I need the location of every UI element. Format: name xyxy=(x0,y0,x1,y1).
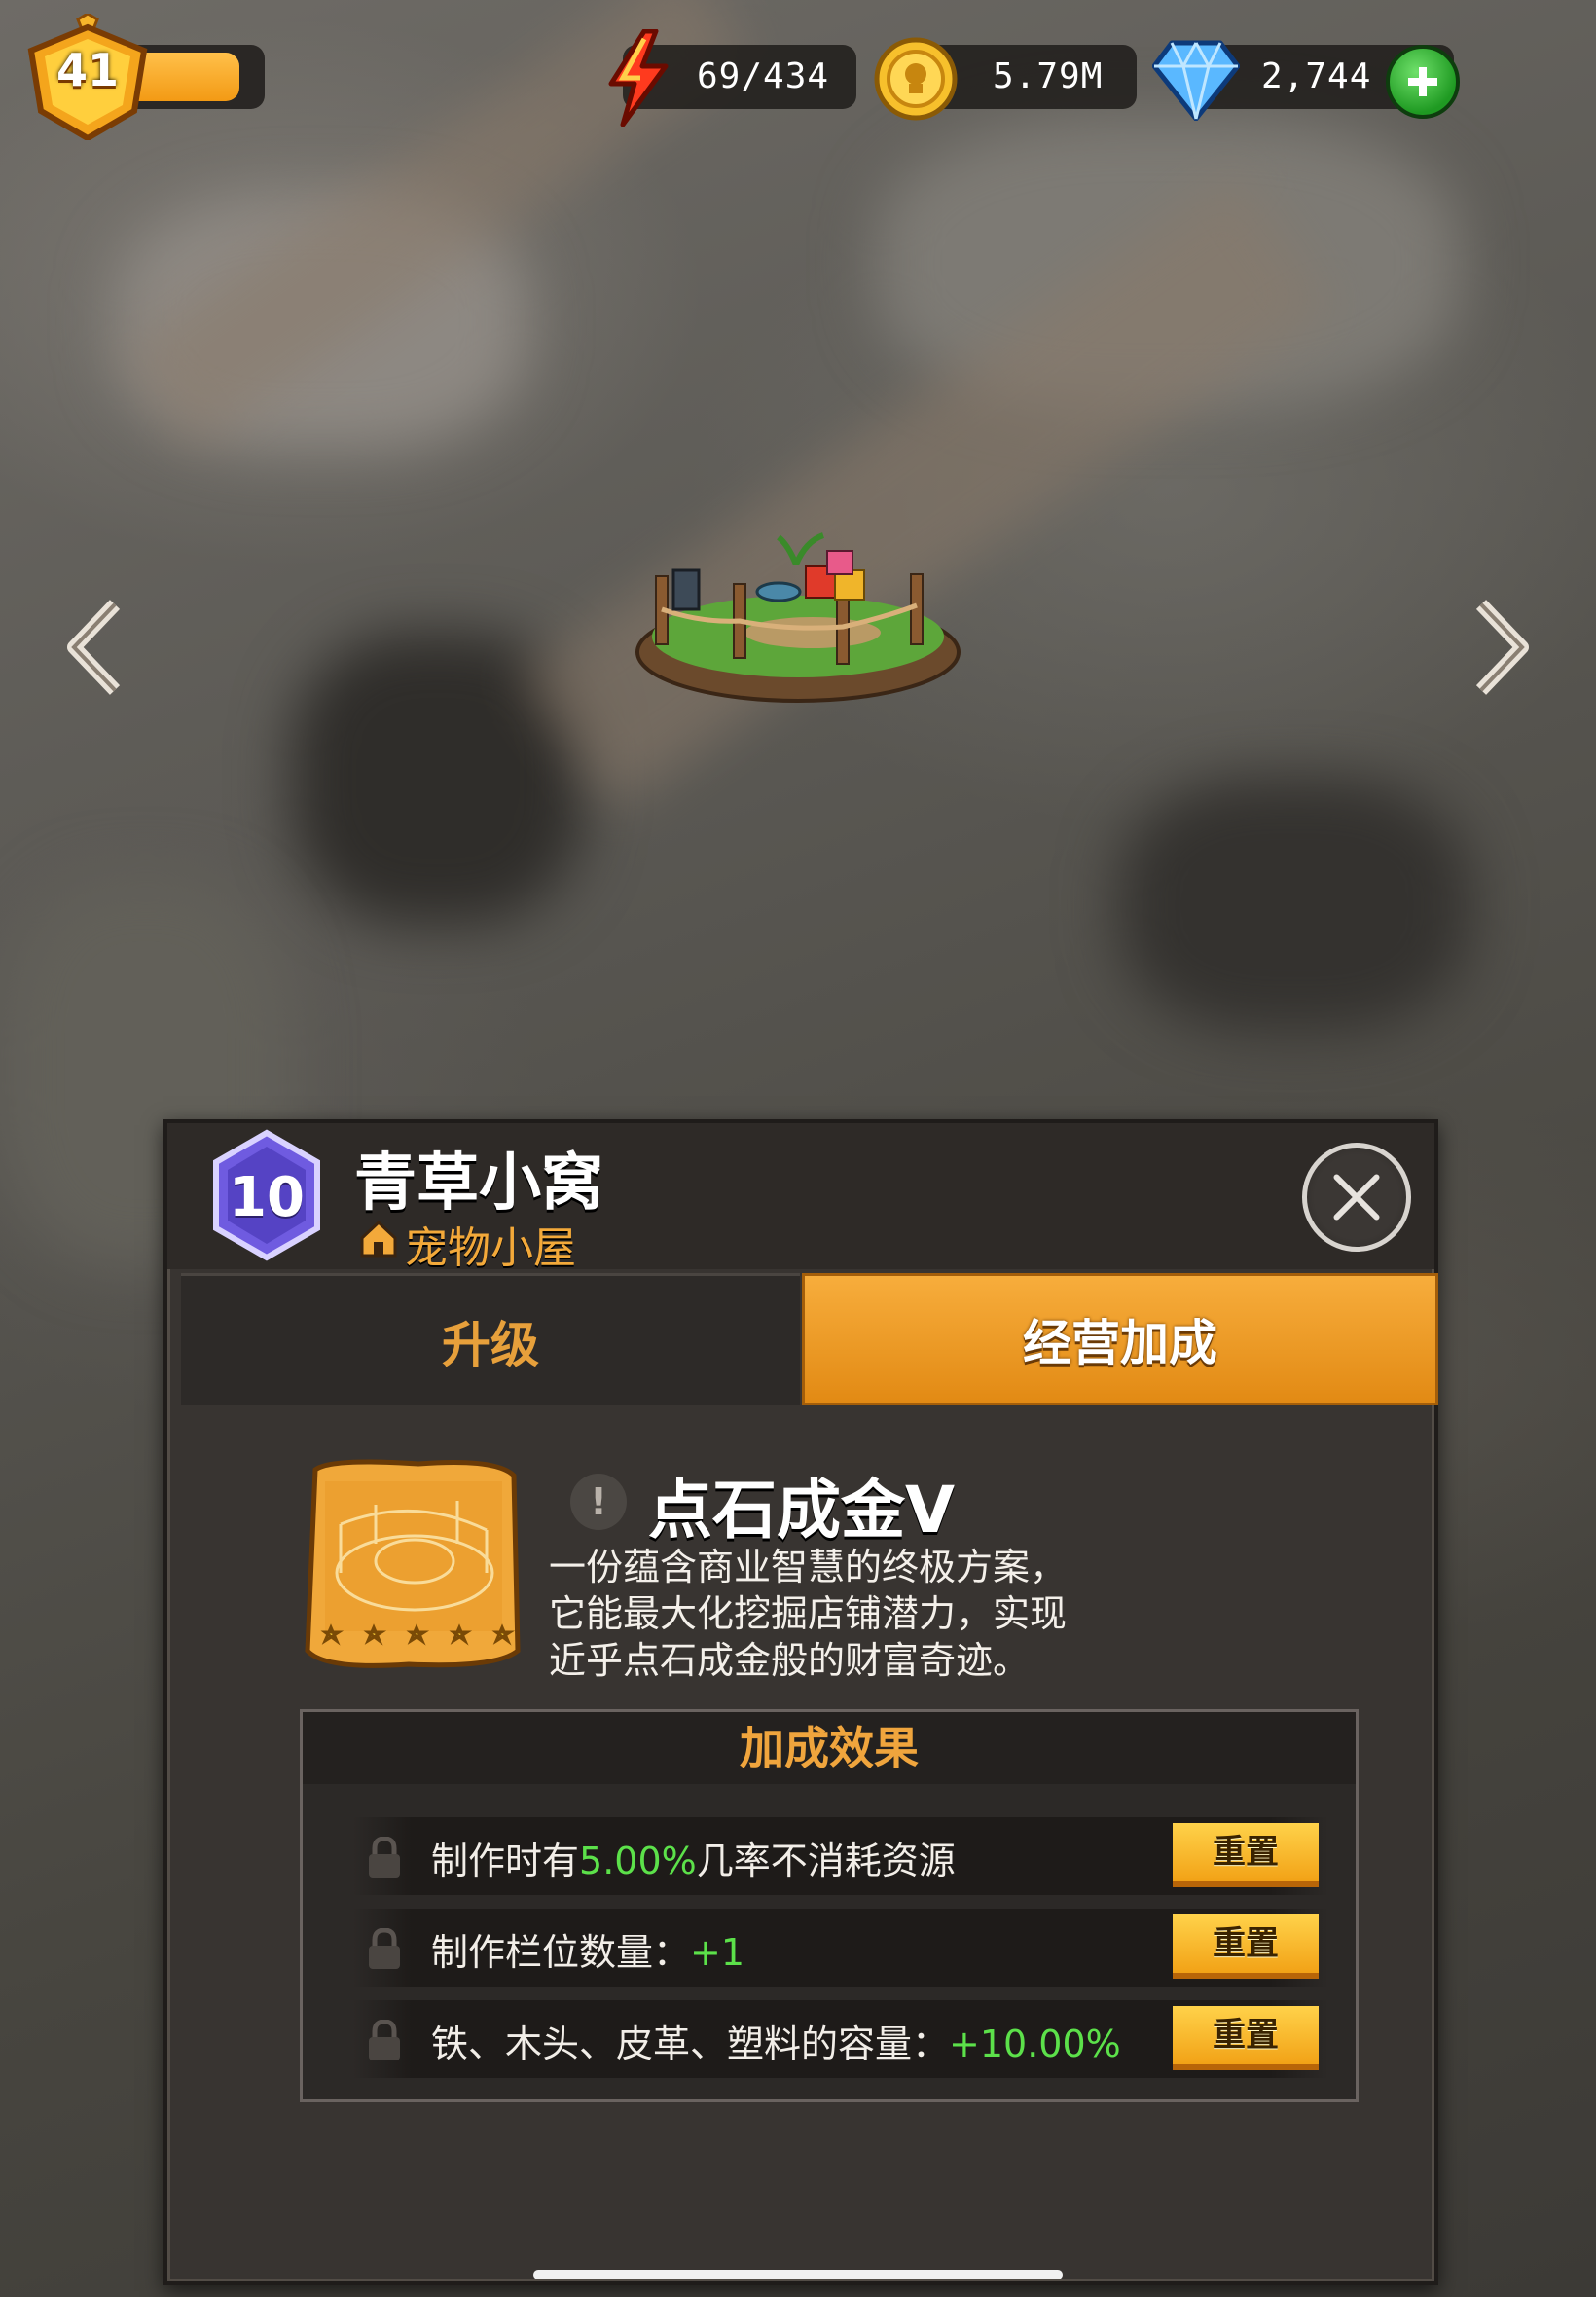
bonus-effects-box: 加成效果 制作时有5.00%几率不消耗资源 重置 制作栏位数量：+1 重置 铁、… xyxy=(300,1709,1359,2102)
bonus-label: 铁、木头、皮革、塑料的容量： xyxy=(431,2023,950,2065)
bonus-value: 5.00% xyxy=(579,1840,697,1882)
chevron-left-icon[interactable] xyxy=(60,599,128,696)
close-button[interactable] xyxy=(1302,1143,1411,1252)
tab-business-bonus[interactable]: 经营加成 xyxy=(802,1273,1438,1405)
bonus-value: +1 xyxy=(690,1931,745,1974)
skill-name: 点石成金Ⅴ xyxy=(648,1473,956,1548)
lock-icon xyxy=(369,1837,400,1878)
bonus-row: 铁、木头、皮革、塑料的容量：+10.00% 重置 xyxy=(353,2000,1328,2078)
bonus-text: 制作时有5.00%几率不消耗资源 xyxy=(431,1831,956,1884)
diamond-icon xyxy=(1152,40,1240,121)
pet-house-model xyxy=(635,532,961,703)
bonus-text: 制作栏位数量：+1 xyxy=(431,1922,744,1976)
building-info-panel: 10 青草小窝 宠物小屋 升级 经营加成 ! 点石成金Ⅴ 一份蕴含商业智慧的终极… xyxy=(163,1119,1438,2285)
skill-description: 一份蕴含商业智慧的终极方案，它能最大化挖掘店铺潜力，实现近乎点石成金般的财富奇迹… xyxy=(549,1546,1068,1682)
lock-icon xyxy=(369,1928,400,1969)
gold-value: 5.79M xyxy=(993,56,1104,96)
add-gems-button[interactable] xyxy=(1386,45,1460,119)
bonus-value: +10.00% xyxy=(949,2023,1121,2065)
building-name: 青草小窝 xyxy=(354,1148,603,1220)
energy-value: 69/434 xyxy=(697,56,830,96)
info-icon[interactable]: ! xyxy=(570,1474,627,1530)
lightning-icon xyxy=(608,29,669,127)
building-type: 宠物小屋 xyxy=(405,1223,576,1273)
blueprint-card-icon xyxy=(305,1459,521,1668)
lock-icon xyxy=(369,2020,400,2060)
bonus-row: 制作时有5.00%几率不消耗资源 重置 xyxy=(353,1817,1328,1895)
house-icon xyxy=(360,1220,397,1258)
bonus-row: 制作栏位数量：+1 重置 xyxy=(353,1909,1328,1987)
bonus-suffix: 几率不消耗资源 xyxy=(696,1840,956,1882)
bonus-label: 制作栏位数量： xyxy=(431,1931,691,1974)
tab-upgrade[interactable]: 升级 xyxy=(181,1273,800,1405)
coin-icon xyxy=(874,37,958,121)
scene-blur xyxy=(1119,779,1469,1032)
bonus-effects-title: 加成效果 xyxy=(303,1712,1356,1784)
chevron-right-icon[interactable] xyxy=(1468,599,1536,696)
reset-button[interactable]: 重置 xyxy=(1173,2006,1319,2070)
home-indicator[interactable] xyxy=(533,2270,1063,2279)
gem-value: 2,744 xyxy=(1261,56,1372,96)
bonus-label: 制作时有 xyxy=(431,1840,580,1882)
panel-header: 10 青草小窝 宠物小屋 xyxy=(167,1123,1434,1273)
top-hud: 41 69/434 5.79M 2,744 xyxy=(0,0,1596,165)
bonus-text: 铁、木头、皮革、塑料的容量：+10.00% xyxy=(431,2014,1121,2067)
reset-button[interactable]: 重置 xyxy=(1173,1823,1319,1887)
building-level: 10 xyxy=(229,1166,305,1229)
reset-button[interactable]: 重置 xyxy=(1173,1914,1319,1979)
player-level: 41 xyxy=(55,44,119,96)
